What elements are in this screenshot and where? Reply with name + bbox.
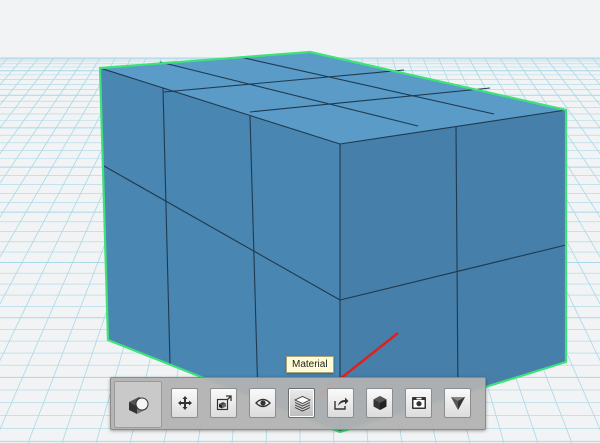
material-stack-icon: [294, 396, 311, 412]
visibility-button[interactable]: [249, 388, 276, 418]
export-button[interactable]: [327, 388, 354, 418]
move-button[interactable]: [171, 388, 198, 418]
solid-button[interactable]: [366, 388, 393, 418]
object-type-button[interactable]: [114, 381, 162, 428]
triangle-gem-icon: [451, 397, 465, 410]
box-model[interactable]: [98, 50, 568, 434]
smart-scale-icon: [216, 395, 232, 411]
export-arrow-icon: [334, 397, 349, 410]
grid-line: [0, 57, 116, 258]
hexagon-solid-icon: [373, 396, 387, 410]
snapshot-camera-icon: [412, 397, 426, 409]
eye-icon: [255, 398, 271, 408]
snapshot-button[interactable]: [405, 388, 432, 418]
context-toolbar: [110, 377, 486, 430]
material-button[interactable]: [288, 388, 315, 418]
grid-line: [0, 57, 86, 184]
object-shape-icon: [129, 397, 149, 414]
material-tooltip: Material: [286, 356, 334, 373]
move-arrows-icon: [178, 396, 192, 410]
measure-button[interactable]: [444, 388, 471, 418]
grid-line: [0, 57, 70, 155]
smart-scale-button[interactable]: [210, 388, 237, 418]
